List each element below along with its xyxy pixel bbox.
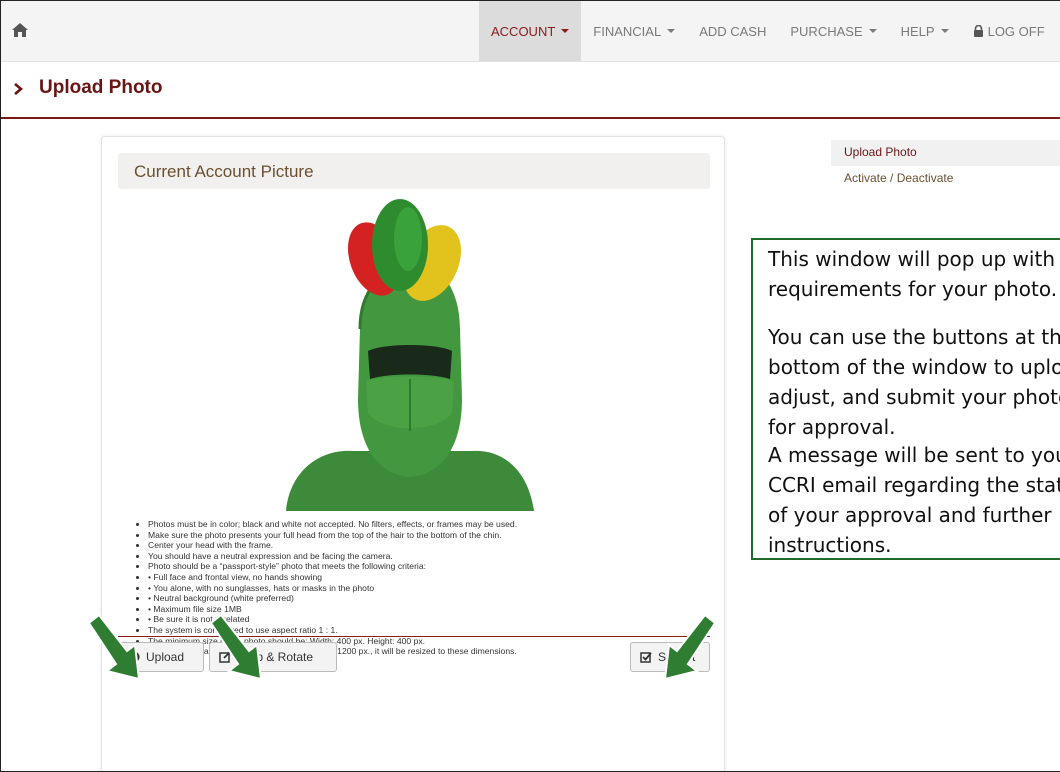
nav-purchase[interactable]: PURCHASE [778,1,888,61]
callout-paragraph: This window will pop up with requirement… [768,247,1058,301]
account-photo [282,199,538,511]
nav-help[interactable]: HELP [889,1,961,61]
instruction-callout: This window will pop up with requirement… [751,238,1060,560]
nav-help-label: HELP [900,23,935,39]
callout-paragraph: A message will be sent to your CCRI emai… [768,443,1060,557]
requirement-item: • Full face and frontal view, no hands s… [148,572,728,583]
side-nav-item-upload-photo[interactable]: Upload Photo [831,140,1060,166]
page-title: Upload Photo [39,77,163,98]
panel-heading: Current Account Picture [118,153,710,189]
chevron-down-icon [561,29,570,33]
upload-button-label: Upload [146,650,185,664]
home-icon[interactable] [11,21,29,39]
side-nav-item-activate-deactivate[interactable]: Activate / Deactivate [831,166,1060,192]
nav-add-cash[interactable]: ADD CASH [687,1,778,61]
chevron-right-icon [14,83,23,95]
nav-financial-label: FINANCIAL [593,23,662,39]
callout-paragraph: You can use the buttons at the bottom of… [768,325,1060,439]
requirement-item: • You alone, with no sunglasses, hats or… [148,583,728,594]
nav-menu: ACCOUNT FINANCIAL ADD CASH PURCHASE HELP… [479,1,1057,61]
top-navbar: ACCOUNT FINANCIAL ADD CASH PURCHASE HELP… [1,1,1060,62]
nav-purchase-label: PURCHASE [790,23,863,39]
nav-logoff[interactable]: LOG OFF [961,1,1057,61]
chevron-down-icon [667,29,676,33]
arrow-pointer-crop [209,613,263,681]
nav-account[interactable]: ACCOUNT [479,1,582,61]
requirement-item: Center your head with the frame. [148,540,728,551]
nav-add-cash-label: ADD CASH [699,23,767,39]
side-nav: Upload Photo Activate / Deactivate [831,140,1060,192]
requirement-item: Photos must be in color; black and white… [148,519,728,530]
page-header: Upload Photo [1,61,1060,119]
arrow-pointer-upload [87,613,141,681]
app-frame: ACCOUNT FINANCIAL ADD CASH PURCHASE HELP… [0,0,1060,772]
arrow-pointer-submit [663,613,717,681]
chevron-down-icon [868,29,877,33]
checkbox-check-icon [640,652,652,663]
photo-upload-panel: Current Account Picture Photos must be i… [101,136,728,771]
requirement-item: Photo should be a “passport-style” photo… [148,561,728,572]
panel-title: Current Account Picture [134,162,314,181]
nav-logoff-label: LOG OFF [987,23,1045,39]
requirement-item: Make sure the photo presents your full h… [148,530,728,541]
nav-financial[interactable]: FINANCIAL [581,1,687,61]
nav-account-label: ACCOUNT [491,23,556,39]
chevron-down-icon [940,29,949,33]
requirement-item: You should have a neutral expression and… [148,551,728,562]
requirement-item: • Neutral background (white preferred) [148,593,728,604]
lock-icon [973,25,983,37]
